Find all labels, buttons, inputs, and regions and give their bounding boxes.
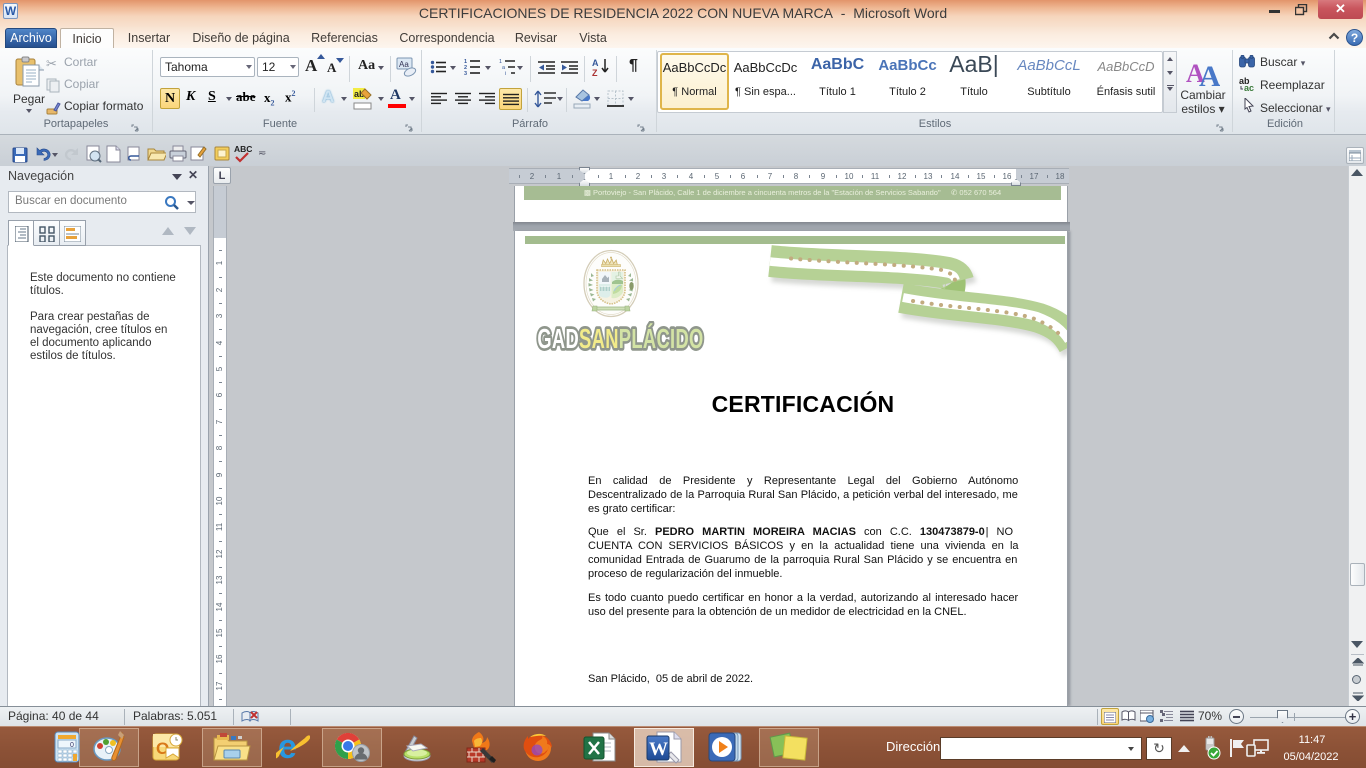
svg-text:Aa: Aa [399, 60, 409, 69]
svg-text:0: 0 [70, 742, 74, 749]
svg-text:3: 3 [464, 71, 467, 75]
svg-text:ac: ac [1244, 83, 1254, 92]
svg-text:Z: Z [592, 68, 598, 77]
svg-text:A: A [1199, 60, 1220, 86]
svg-text:GADSANPLÁCIDO: GADSANPLÁCIDO [537, 322, 703, 354]
svg-text:A: A [592, 58, 599, 68]
svg-text:e: e [278, 731, 297, 763]
svg-text:ABC: ABC [234, 144, 252, 154]
svg-text:W: W [649, 739, 668, 760]
svg-text:i: i [505, 71, 506, 75]
